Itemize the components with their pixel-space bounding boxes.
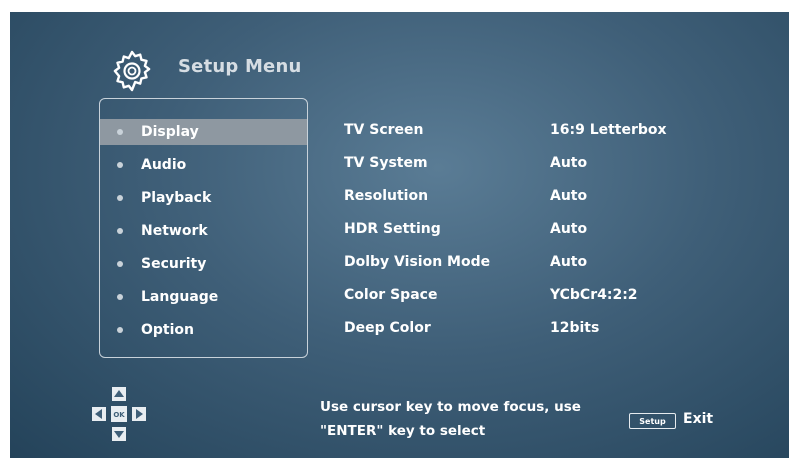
setting-value-tv-screen[interactable]: 16:9 Letterbox <box>550 120 667 140</box>
menu-item-label: Audio <box>141 157 187 173</box>
setup-screen: Setup Menu Display Audio Playback Networ… <box>10 12 789 458</box>
menu-item-option[interactable]: Option <box>100 317 307 343</box>
setting-label-color-space[interactable]: Color Space <box>344 285 437 305</box>
bullet-icon <box>117 129 123 135</box>
setting-label-dolby-vision[interactable]: Dolby Vision Mode <box>344 252 490 272</box>
setting-label-resolution[interactable]: Resolution <box>344 186 428 206</box>
setting-label-tv-system[interactable]: TV System <box>344 153 428 173</box>
navigation-hint: Use cursor key to move focus, use "ENTER… <box>320 395 581 443</box>
bullet-icon <box>117 162 123 168</box>
setting-label-tv-screen[interactable]: TV Screen <box>344 120 424 140</box>
menu-item-audio[interactable]: Audio <box>100 152 307 178</box>
bullet-icon <box>117 261 123 267</box>
menu-item-security[interactable]: Security <box>100 251 307 277</box>
setting-value-hdr[interactable]: Auto <box>550 219 587 239</box>
menu-item-display[interactable]: Display <box>100 119 307 145</box>
setup-key-label: Setup <box>639 416 666 426</box>
menu-item-label: Language <box>141 289 219 305</box>
page-title: Setup Menu <box>178 56 302 77</box>
menu-item-label: Network <box>141 223 208 239</box>
setting-label-deep-color[interactable]: Deep Color <box>344 318 431 338</box>
exit-label[interactable]: Exit <box>683 411 713 427</box>
menu-item-label: Display <box>141 124 199 140</box>
hint-line-2: "ENTER" key to select <box>320 423 486 439</box>
bullet-icon <box>117 294 123 300</box>
hint-line-1: Use cursor key to move focus, use <box>320 399 581 415</box>
menu-item-playback[interactable]: Playback <box>100 185 307 211</box>
menu-item-label: Playback <box>141 190 212 206</box>
gear-icon <box>113 50 151 92</box>
setting-value-color-space[interactable]: YCbCr4:2:2 <box>550 285 638 305</box>
setup-key-icon: Setup <box>629 413 676 429</box>
dpad-ok-label: OK <box>113 411 125 419</box>
setting-label-hdr[interactable]: HDR Setting <box>344 219 441 239</box>
dpad-icon: OK <box>92 387 146 441</box>
setting-value-deep-color[interactable]: 12bits <box>550 318 599 338</box>
bullet-icon <box>117 228 123 234</box>
menu-item-label: Option <box>141 322 194 338</box>
bullet-icon <box>117 327 123 333</box>
menu-item-language[interactable]: Language <box>100 284 307 310</box>
menu-item-label: Security <box>141 256 207 272</box>
setting-value-dolby-vision[interactable]: Auto <box>550 252 587 272</box>
bullet-icon <box>117 195 123 201</box>
menu-item-network[interactable]: Network <box>100 218 307 244</box>
setting-value-resolution[interactable]: Auto <box>550 186 587 206</box>
category-menu: Display Audio Playback Network Security … <box>99 98 308 358</box>
setting-value-tv-system[interactable]: Auto <box>550 153 587 173</box>
